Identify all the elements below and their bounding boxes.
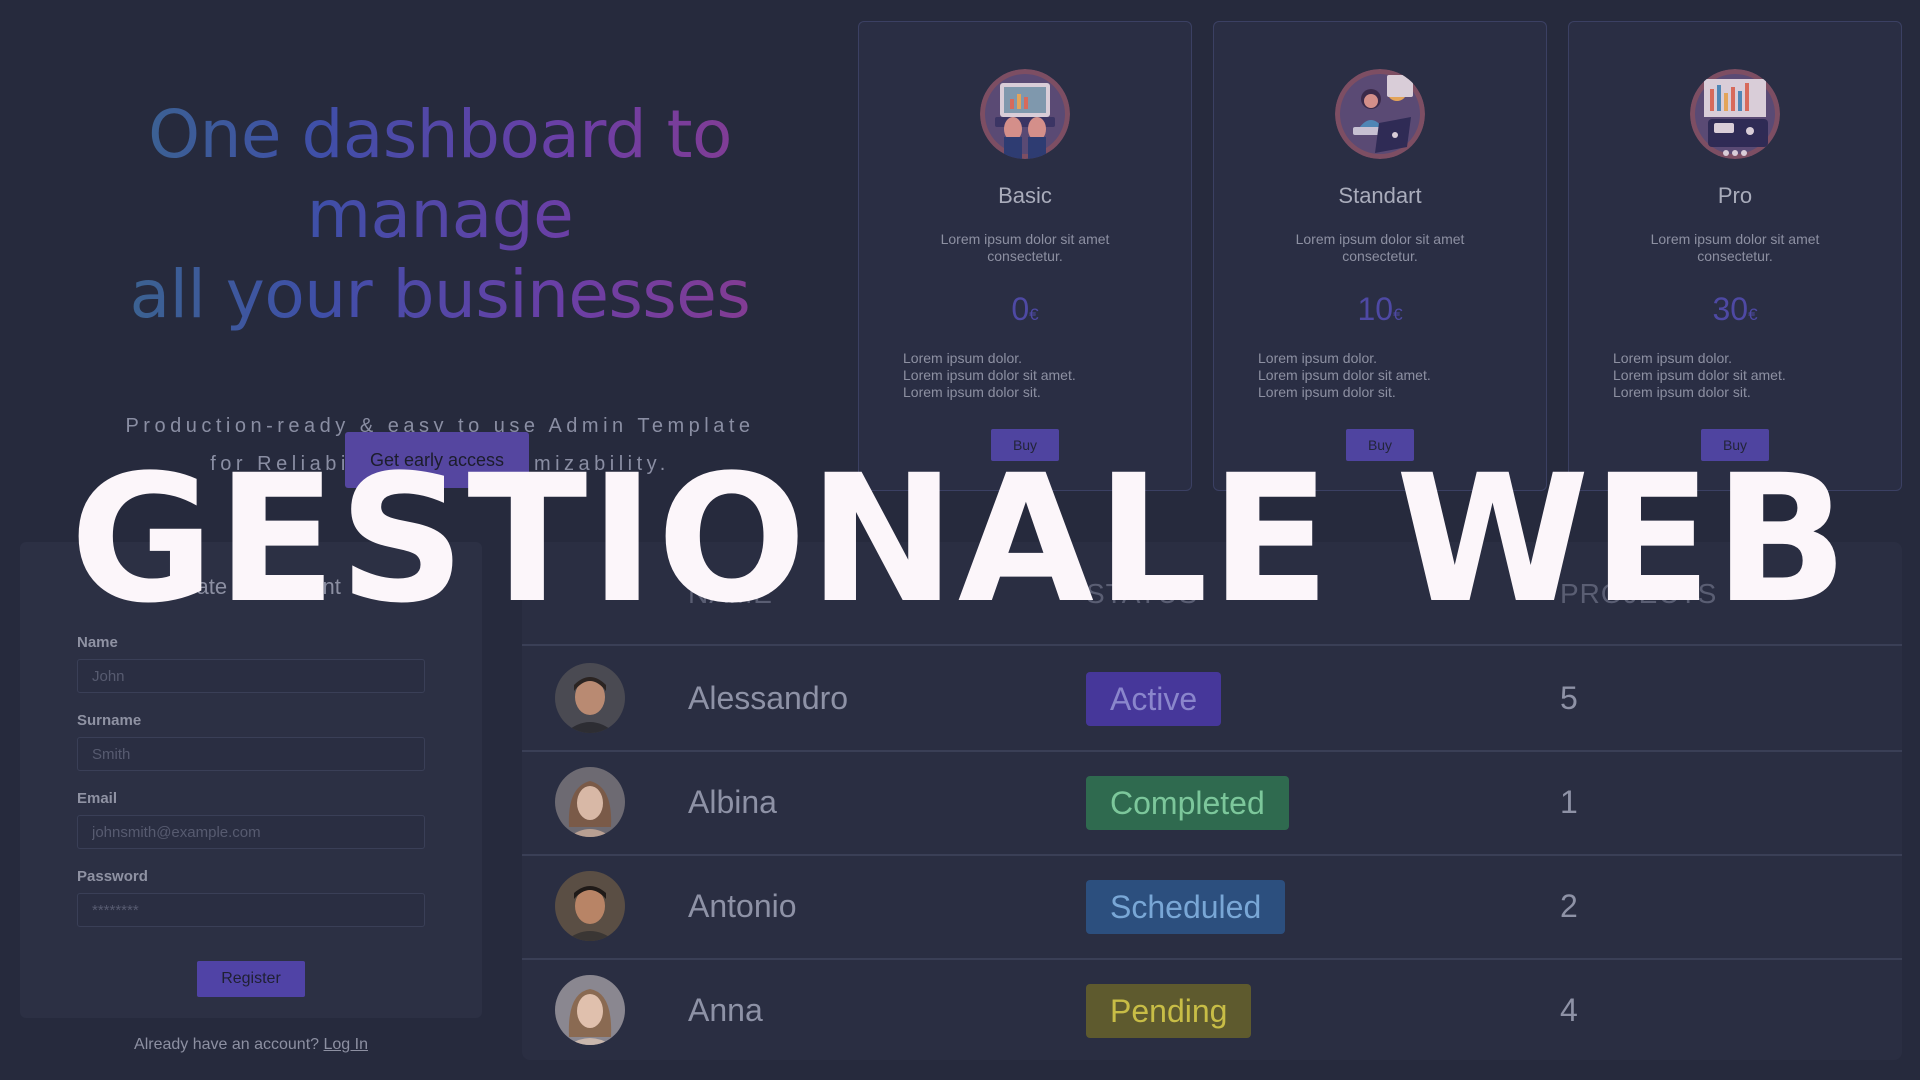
plan-price: 0€ — [859, 291, 1191, 328]
plan-description: Lorem ipsum dolor sit amet consectetur. — [940, 231, 1110, 264]
plan-price-value: 0 — [1011, 291, 1030, 327]
pricing-card-standart: Standart Lorem ipsum dolor sit amet cons… — [1213, 21, 1547, 491]
table-row[interactable]: Albina Completed 1 — [522, 750, 1902, 856]
plan-feature: Lorem ipsum dolor sit amet. — [1258, 367, 1431, 383]
woman-avatar-icon — [555, 975, 625, 1045]
table-row[interactable]: Antonio Scheduled 2 — [522, 854, 1902, 960]
project-count: 4 — [1560, 992, 1578, 1028]
hero-title-line-1: One dashboard to manage — [148, 96, 732, 253]
register-button[interactable]: Register — [197, 961, 305, 997]
plan-feature: Lorem ipsum dolor sit. — [1258, 384, 1396, 400]
member-name: Alessandro — [688, 680, 849, 716]
analytics-board-illustration-icon — [1690, 69, 1780, 159]
plan-description: Lorem ipsum dolor sit amet consectetur. — [1295, 231, 1465, 264]
surname-field[interactable] — [77, 737, 425, 771]
table-row[interactable]: Alessandro Active 5 — [522, 646, 1902, 752]
woman-with-laptop-illustration-icon — [1335, 69, 1425, 159]
plan-name: Pro — [1717, 183, 1753, 208]
surname-label: Surname — [77, 712, 142, 729]
project-count: 2 — [1560, 888, 1578, 924]
hero-title-line-2: all your businesses — [129, 256, 751, 333]
email-label: Email — [77, 790, 118, 807]
plan-features: Lorem ipsum dolor. Lorem ipsum dolor sit… — [1258, 350, 1546, 401]
plan-feature: Lorem ipsum dolor sit amet. — [903, 367, 1076, 383]
pricing-card-basic: Basic Lorem ipsum dolor sit amet consect… — [858, 21, 1192, 491]
email-field[interactable] — [77, 815, 425, 849]
plan-feature: Lorem ipsum dolor. — [1258, 350, 1378, 366]
laptop-typing-illustration-icon — [980, 69, 1070, 159]
hero-title: One dashboard to manage all your busines… — [40, 95, 840, 335]
plan-name: Standart — [1338, 183, 1422, 208]
password-label: Password — [77, 868, 148, 885]
plan-feature: Lorem ipsum dolor sit. — [903, 384, 1041, 400]
plan-feature: Lorem ipsum dolor sit amet. — [1613, 367, 1786, 383]
plan-feature: Lorem ipsum dolor. — [1613, 350, 1733, 366]
project-count: 5 — [1560, 680, 1578, 716]
plan-price-value: 30 — [1712, 291, 1749, 327]
member-name: Albina — [688, 784, 777, 820]
overlay-title: GESTIONALE WEB — [69, 437, 1851, 642]
plan-description: Lorem ipsum dolor sit amet consectetur. — [1650, 231, 1820, 264]
table-row[interactable]: Anna Pending 4 — [522, 958, 1902, 1060]
woman-avatar-icon — [555, 767, 625, 837]
plan-price-value: 10 — [1357, 291, 1394, 327]
member-name: Antonio — [688, 888, 797, 924]
pricing-card-pro: Pro Lorem ipsum dolor sit amet consectet… — [1568, 21, 1902, 491]
man-avatar-icon — [555, 871, 625, 941]
status-badge: Pending — [1086, 984, 1252, 1038]
plan-price: 10€ — [1214, 291, 1546, 328]
plan-price-currency: € — [1029, 305, 1039, 324]
plan-price-currency: € — [1393, 305, 1403, 324]
plan-features: Lorem ipsum dolor. Lorem ipsum dolor sit… — [1613, 350, 1901, 401]
plan-price-currency: € — [1748, 305, 1758, 324]
hero-section: One dashboard to manage all your busines… — [40, 95, 840, 483]
login-link[interactable]: Log In — [323, 1036, 367, 1053]
project-count: 1 — [1560, 784, 1578, 820]
status-badge: Active — [1086, 672, 1222, 726]
login-prompt: Already have an account? Log In — [20, 1036, 482, 1054]
name-field[interactable] — [77, 659, 425, 693]
login-prompt-text: Already have an account? — [134, 1036, 320, 1053]
man-avatar-icon — [555, 663, 625, 733]
plan-name: Basic — [998, 183, 1052, 208]
plan-features: Lorem ipsum dolor. Lorem ipsum dolor sit… — [903, 350, 1191, 401]
plan-price: 30€ — [1569, 291, 1901, 328]
status-badge: Completed — [1086, 776, 1289, 830]
status-badge: Scheduled — [1086, 880, 1286, 934]
plan-feature: Lorem ipsum dolor. — [903, 350, 1023, 366]
plan-feature: Lorem ipsum dolor sit. — [1613, 384, 1751, 400]
password-field[interactable] — [77, 893, 425, 927]
member-name: Anna — [688, 992, 763, 1028]
